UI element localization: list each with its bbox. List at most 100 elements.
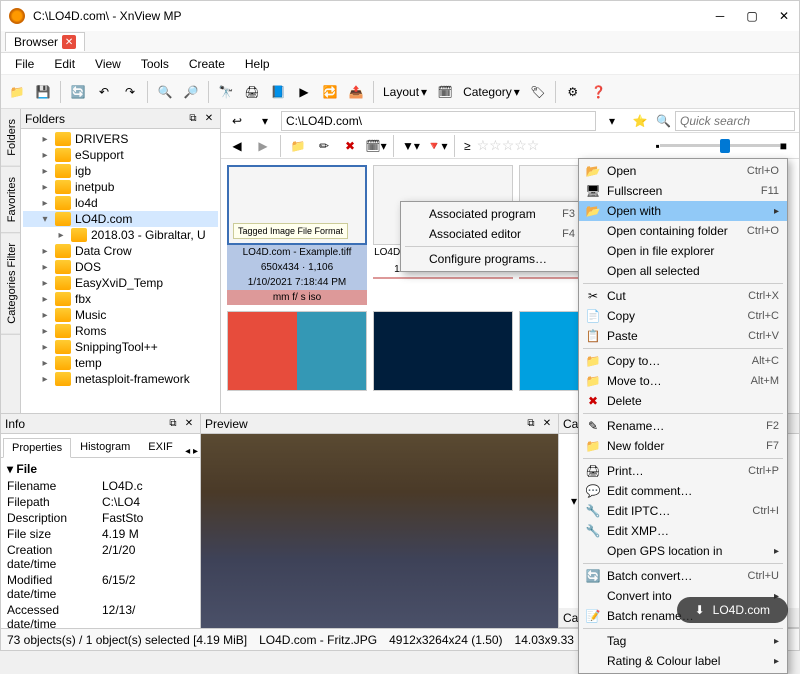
sidetab-categories-filter[interactable]: Categories Filter [1,233,20,335]
ctx-delete[interactable]: ✖Delete [579,391,787,411]
ctx-open-all-selected[interactable]: Open all selected [579,261,787,281]
tree-item[interactable]: ▾LO4D.com [23,211,218,227]
browser-tab[interactable]: Browser ✕ [5,32,85,51]
addr-dropdown-icon[interactable]: ▾ [253,109,277,133]
submenu-associated-editor[interactable]: Associated editorF4 [401,224,583,244]
tree-item[interactable]: ▸eSupport [23,147,218,163]
ctx-open-explorer[interactable]: Open in file explorer [579,241,787,261]
tree-item[interactable]: ▸inetpub [23,179,218,195]
ctx-paste[interactable]: 📋PasteCtrl+V [579,326,787,346]
toolbar-tag-icon[interactable]: 🏷 [526,80,550,104]
ctx-open[interactable]: 📂OpenCtrl+O [579,161,787,181]
sidetab-favorites[interactable]: Favorites [1,167,20,233]
minimize-button[interactable]: ─ [713,9,727,23]
close-tab-icon[interactable]: ✕ [62,35,76,49]
tree-item[interactable]: ▸EasyXviD_Temp [23,275,218,291]
ctx-batch-convert[interactable]: 🔄Batch convert…Ctrl+U [579,566,787,586]
sidetab-folders[interactable]: Folders [1,109,20,167]
ctx-edit-iptc[interactable]: 🔧Edit IPTC…Ctrl+I [579,501,787,521]
tree-item[interactable]: ▸igb [23,163,218,179]
nav-delete-icon[interactable]: ✖ [338,134,362,158]
panel-close-icon[interactable]: ✕ [202,112,216,126]
preview-close-icon[interactable]: ✕ [540,417,554,431]
nav-filter-icon[interactable]: 🔻▾ [425,134,449,158]
ctx-edit-comment[interactable]: 💬Edit comment… [579,481,787,501]
tab-properties[interactable]: Properties [3,438,71,458]
folder-tree[interactable]: ▸DRIVERS▸eSupport▸igb▸inetpub▸lo4d▾LO4D.… [21,129,220,413]
info-close-icon[interactable]: ✕ [182,417,196,431]
toolbar-layout-dropdown[interactable]: Layout ▾ [379,85,431,99]
nav-forward-icon[interactable]: ▶ [251,134,275,158]
ctx-print[interactable]: 🖨Print…Ctrl+P [579,461,787,481]
tree-item[interactable]: ▸Music [23,307,218,323]
tab-scroll-arrows[interactable]: ◂ ▸ [185,446,198,457]
thumbnail-item[interactable] [227,311,367,391]
nav-calendar-icon[interactable]: 🗓▾ [364,134,388,158]
toolbar-export-icon[interactable]: 📤 [344,80,368,104]
ctx-open-with[interactable]: 📂Open with▸ [579,201,787,221]
toolbar-open-icon[interactable]: 📁 [5,80,29,104]
thumb-size-large-icon[interactable]: ■ [780,139,787,153]
close-button[interactable]: ✕ [777,9,791,23]
ctx-copy[interactable]: 📄CopyCtrl+C [579,306,787,326]
ctx-move-to[interactable]: 📁Move to…Alt+M [579,371,787,391]
nav-back-icon[interactable]: ◀ [225,134,249,158]
nav-folder-icon[interactable]: 📁 [286,134,310,158]
thumb-size-slider[interactable] [660,144,780,147]
tree-item[interactable]: ▸DRIVERS [23,131,218,147]
menu-tools[interactable]: Tools [131,55,179,73]
toolbar-compare-icon[interactable]: 📘 [266,80,290,104]
tree-item[interactable]: ▸DOS [23,259,218,275]
toolbar-settings-icon[interactable]: ⚙ [561,80,585,104]
ctx-rename[interactable]: ✎Rename…F2 [579,416,787,436]
maximize-button[interactable]: ▢ [745,9,759,23]
ctx-copy-to[interactable]: 📁Copy to…Alt+C [579,351,787,371]
toolbar-save-icon[interactable]: 💾 [31,80,55,104]
toolbar-view-mode-icon[interactable]: 🗓 [433,80,457,104]
tree-item[interactable]: ▸lo4d [23,195,218,211]
ctx-rating-colour[interactable]: Rating & Colour label▸ [579,651,787,671]
menu-view[interactable]: View [85,55,131,73]
nav-edit-icon[interactable]: ✏ [312,134,336,158]
info-undock-icon[interactable]: ⧉ [166,417,180,431]
ctx-open-containing[interactable]: Open containing folderCtrl+O [579,221,787,241]
tab-histogram[interactable]: Histogram [71,437,139,457]
tree-item[interactable]: ▸2018.03 - Gibraltar, U [23,227,218,243]
tree-item[interactable]: ▸fbx [23,291,218,307]
toolbar-print-icon[interactable]: 🖨 [240,80,264,104]
toolbar-zoom-in-icon[interactable]: 🔍 [153,80,177,104]
nav-sort-icon[interactable]: ▼▾ [399,134,423,158]
ctx-cut[interactable]: ✂CutCtrl+X [579,286,787,306]
menu-edit[interactable]: Edit [44,55,85,73]
addr-go-icon[interactable]: ▾ [600,109,624,133]
toolbar-category-dropdown[interactable]: Category ▾ [459,85,524,99]
toolbar-help-icon[interactable]: ❓ [587,80,611,104]
preview-undock-icon[interactable]: ⧉ [524,417,538,431]
tree-item[interactable]: ▸temp [23,355,218,371]
rating-stars[interactable]: ☆☆☆☆☆ [477,137,540,154]
toolbar-convert-icon[interactable]: 🔁 [318,80,342,104]
ctx-gps[interactable]: Open GPS location in▸ [579,541,787,561]
addr-up-icon[interactable]: ↩ [225,109,249,133]
address-input[interactable]: C:\LO4D.com\ [281,111,596,131]
submenu-associated-program[interactable]: Associated programF3 [401,204,583,224]
toolbar-rotate-left-icon[interactable]: ↶ [92,80,116,104]
tree-item[interactable]: ▸Roms [23,323,218,339]
toolbar-slideshow-icon[interactable]: ▶ [292,80,316,104]
menu-file[interactable]: File [5,55,44,73]
tree-item[interactable]: ▸Data Crow [23,243,218,259]
toolbar-zoom-out-icon[interactable]: 🔎 [179,80,203,104]
favorite-star-icon[interactable]: ⭐ [628,109,652,133]
ctx-edit-xmp[interactable]: 🔧Edit XMP… [579,521,787,541]
menu-help[interactable]: Help [235,55,280,73]
tab-exif[interactable]: EXIF [139,437,181,457]
search-input[interactable] [675,111,795,131]
panel-undock-icon[interactable]: ⧉ [186,112,200,126]
tree-item[interactable]: ▸SnippingTool++ [23,339,218,355]
ctx-fullscreen[interactable]: 🖥FullscreenF11 [579,181,787,201]
thumbnail-item[interactable]: Tagged Image File FormatLO4D.com - Examp… [227,165,367,305]
thumbnail-item[interactable] [373,311,513,391]
submenu-configure-programs[interactable]: Configure programs… [401,249,583,269]
toolbar-search-icon[interactable]: 🔭 [214,80,238,104]
ctx-new-folder[interactable]: 📁New folderF7 [579,436,787,456]
